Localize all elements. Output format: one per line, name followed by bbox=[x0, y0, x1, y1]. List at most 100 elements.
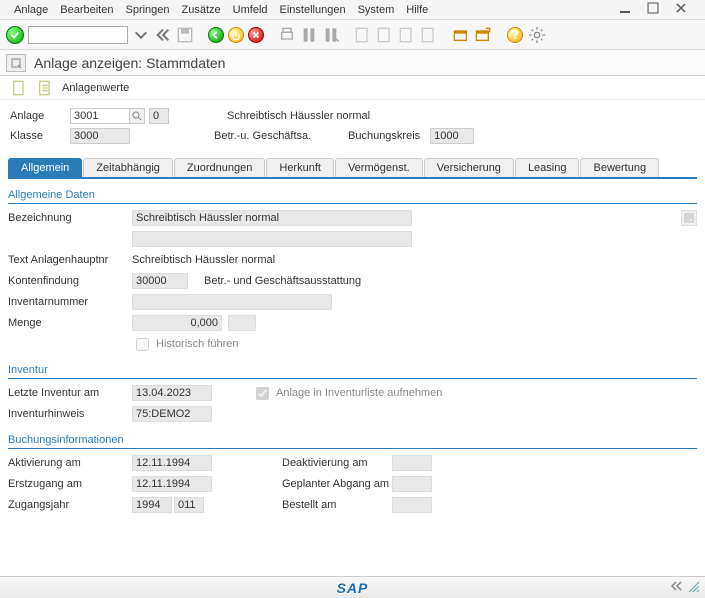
menu-bearbeiten[interactable]: Bearbeiten bbox=[60, 4, 113, 16]
historisch-checkbox: Historisch führen bbox=[132, 335, 239, 354]
find-icon[interactable] bbox=[300, 26, 318, 44]
tab-strip: Allgemein Zeitabhängig Zuordnungen Herku… bbox=[8, 158, 697, 179]
resize-grip-icon[interactable] bbox=[687, 580, 699, 595]
cancel-button[interactable] bbox=[248, 27, 264, 43]
kontenfindung-label: Kontenfindung bbox=[8, 275, 132, 287]
minimize-icon[interactable] bbox=[619, 2, 631, 17]
next-page-icon[interactable] bbox=[398, 26, 416, 44]
doc-icon-2[interactable] bbox=[36, 79, 54, 97]
header-desc: Schreibtisch Häussler normal bbox=[227, 110, 370, 122]
menge-unit-field bbox=[228, 315, 256, 331]
page-title: Anlage anzeigen: Stammdaten bbox=[34, 55, 225, 71]
menge-label: Menge bbox=[8, 317, 132, 329]
menu-anlage[interactable]: Anlage bbox=[14, 4, 48, 16]
group-allgemeine-daten: Allgemeine Daten Bezeichnung Schreibtisc… bbox=[8, 187, 697, 354]
status-bar: SAP bbox=[0, 576, 705, 598]
zugangsperiode-field: 011 bbox=[174, 497, 204, 513]
letzte-inventur-label: Letzte Inventur am bbox=[8, 387, 132, 399]
historisch-checkbox-input bbox=[136, 338, 149, 351]
letzte-inventur-field: 13.04.2023 bbox=[132, 385, 212, 401]
erstzugang-field: 12.11.1994 bbox=[132, 476, 212, 492]
main-toolbar: ? bbox=[0, 20, 705, 50]
back-button[interactable] bbox=[208, 27, 224, 43]
menu-einstellungen[interactable]: Einstellungen bbox=[280, 4, 346, 16]
prev-page-icon[interactable] bbox=[376, 26, 394, 44]
print-icon[interactable] bbox=[278, 26, 296, 44]
enter-button[interactable] bbox=[6, 26, 24, 44]
kontenfindung-desc: Betr.- und Geschäftsausstattung bbox=[204, 275, 361, 287]
bukrs-label: Buchungskreis bbox=[348, 130, 420, 142]
anlage-sub-field[interactable]: 0 bbox=[149, 108, 169, 124]
klasse-label: Klasse bbox=[10, 130, 70, 142]
anlage-label: Anlage bbox=[10, 110, 70, 122]
last-page-icon[interactable] bbox=[420, 26, 438, 44]
collapse-icon[interactable] bbox=[669, 580, 683, 595]
help-icon[interactable]: ? bbox=[506, 26, 524, 44]
aufnehmen-checkbox-input bbox=[256, 387, 269, 400]
zugangsjahr-field: 1994 bbox=[132, 497, 172, 513]
aufnehmen-checkbox: Anlage in Inventurliste aufnehmen bbox=[252, 384, 442, 403]
tab-vermoegenst[interactable]: Vermögenst. bbox=[335, 158, 423, 177]
deaktivierung-label: Deaktivierung am bbox=[282, 457, 392, 469]
settings-icon[interactable] bbox=[528, 26, 546, 44]
inventurhinweis-label: Inventurhinweis bbox=[8, 408, 132, 420]
deaktivierung-field bbox=[392, 455, 432, 471]
menubar: Anlage Bearbeiten Springen Zusätze Umfel… bbox=[0, 0, 705, 20]
tab-versicherung[interactable]: Versicherung bbox=[424, 158, 514, 177]
select-object-button[interactable] bbox=[6, 54, 26, 72]
group-buchungsinformationen: Buchungsinformationen Aktivierung am 12.… bbox=[8, 432, 697, 515]
header-area: Anlage 3001 0 Schreibtisch Häussler norm… bbox=[0, 100, 705, 148]
menu-hilfe[interactable]: Hilfe bbox=[406, 4, 428, 16]
sap-logo: SAP bbox=[337, 580, 369, 596]
doc-icon-1[interactable] bbox=[10, 79, 28, 97]
betru-label: Betr.-u. Geschäftsa. bbox=[214, 130, 334, 142]
group-inventur: Inventur Letzte Inventur am 13.04.2023 A… bbox=[8, 362, 697, 424]
tab-herkunft[interactable]: Herkunft bbox=[266, 158, 334, 177]
textah-value: Schreibtisch Häussler normal bbox=[132, 254, 275, 266]
command-field[interactable] bbox=[28, 26, 128, 44]
tab-bewertung[interactable]: Bewertung bbox=[580, 158, 659, 177]
bezeichnung-field-2 bbox=[132, 231, 412, 247]
menu-umfeld[interactable]: Umfeld bbox=[233, 4, 268, 16]
group-title-buch: Buchungsinformationen bbox=[8, 432, 697, 449]
tab-zuordnungen[interactable]: Zuordnungen bbox=[174, 158, 265, 177]
tab-allgemein[interactable]: Allgemein bbox=[8, 158, 82, 177]
layout-icon[interactable] bbox=[474, 26, 492, 44]
inventarnummer-field bbox=[132, 294, 332, 310]
exit-button[interactable] bbox=[228, 27, 244, 43]
historisch-label: Historisch führen bbox=[156, 338, 239, 350]
kontenfindung-field: 30000 bbox=[132, 273, 188, 289]
bezeichnung-field: Schreibtisch Häussler normal bbox=[132, 210, 412, 226]
textah-label: Text Anlagenhauptnr bbox=[8, 254, 132, 266]
dropdown-icon[interactable] bbox=[132, 26, 150, 44]
first-page-icon[interactable] bbox=[354, 26, 372, 44]
menu-springen[interactable]: Springen bbox=[125, 4, 169, 16]
aktivierung-field: 12.11.1994 bbox=[132, 455, 212, 471]
title-bar: Anlage anzeigen: Stammdaten bbox=[0, 50, 705, 76]
geplanter-abgang-field bbox=[392, 476, 432, 492]
bestellt-field bbox=[392, 497, 432, 513]
menu-zusaetze[interactable]: Zusätze bbox=[182, 4, 221, 16]
save-icon[interactable] bbox=[176, 26, 194, 44]
group-title-allg: Allgemeine Daten bbox=[8, 187, 697, 204]
f4-help-icon[interactable] bbox=[129, 108, 145, 124]
anlagenwerte-button[interactable]: Anlagenwerte bbox=[62, 82, 129, 94]
geplanter-abgang-label: Geplanter Abgang am bbox=[282, 478, 392, 490]
menge-field: 0,000 bbox=[132, 315, 222, 331]
inventarnummer-label: Inventarnummer bbox=[8, 296, 132, 308]
group-title-inv: Inventur bbox=[8, 362, 697, 379]
tab-zeitabhaengig[interactable]: Zeitabhängig bbox=[83, 158, 173, 177]
back-double-icon[interactable] bbox=[154, 26, 172, 44]
longtext-icon[interactable] bbox=[681, 210, 697, 226]
menu-system[interactable]: System bbox=[358, 4, 395, 16]
new-session-icon[interactable] bbox=[452, 26, 470, 44]
tab-panel: Allgemeine Daten Bezeichnung Schreibtisc… bbox=[8, 187, 697, 515]
zugangsjahr-label: Zugangsjahr bbox=[8, 499, 132, 511]
aufnehmen-label: Anlage in Inventurliste aufnehmen bbox=[276, 387, 442, 399]
anlage-field[interactable]: 3001 bbox=[70, 108, 130, 124]
find-next-icon[interactable] bbox=[322, 26, 340, 44]
tab-leasing[interactable]: Leasing bbox=[515, 158, 580, 177]
close-icon[interactable] bbox=[675, 2, 687, 17]
maximize-icon[interactable] bbox=[647, 2, 659, 17]
app-toolbar: Anlagenwerte bbox=[0, 76, 705, 100]
